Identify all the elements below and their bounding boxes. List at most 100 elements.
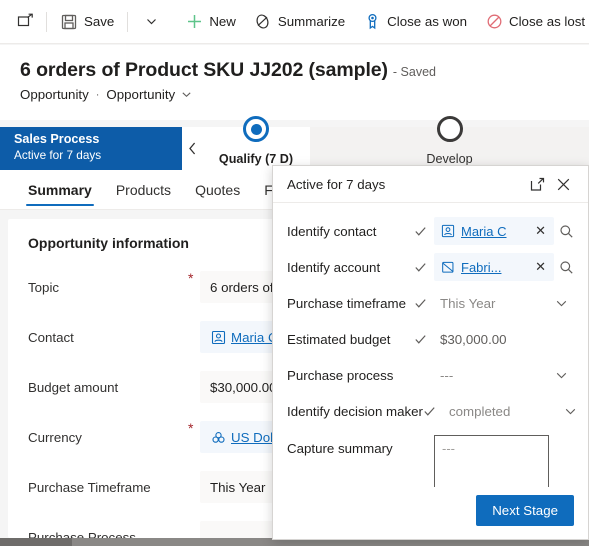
record-header: 6 orders of Product SKU JJ202 (sample) - … <box>0 45 589 120</box>
chevron-down-icon[interactable] <box>555 369 574 382</box>
chevron-down-icon[interactable] <box>181 89 192 100</box>
save-button[interactable]: Save <box>51 3 123 41</box>
capture-summary-textarea[interactable]: --- <box>434 435 549 487</box>
bpf-stage-qualify[interactable]: Qualify (7 D) <box>202 116 310 170</box>
tab-products[interactable]: Products <box>104 170 183 209</box>
flyout-expand-button[interactable] <box>524 171 550 197</box>
lookup-pill-label[interactable]: Maria C <box>461 224 531 239</box>
flyout-close-button[interactable] <box>550 171 576 197</box>
stage-field-value[interactable]: This Year <box>434 288 574 318</box>
stage-field-value[interactable]: completed <box>443 396 583 426</box>
bpf-header[interactable]: Sales Process Active for 7 days <box>0 127 180 170</box>
bpf-stage-develop[interactable]: Develop <box>310 116 589 170</box>
search-icon[interactable] <box>554 224 574 239</box>
stage-field-identify-contact: Identify contact Maria C ✕ <box>287 215 574 247</box>
checkmark-icon <box>414 225 434 238</box>
close-as-lost-button[interactable]: Close as lost <box>476 3 589 41</box>
stage-field-value[interactable]: Maria C ✕ <box>434 216 574 246</box>
dropdown-value-label: --- <box>440 367 454 383</box>
dropdown-value-label: This Year <box>440 295 496 311</box>
save-icon <box>60 13 78 31</box>
account-icon <box>440 259 456 275</box>
tab-label: Quotes <box>195 181 241 198</box>
stage-field-label: Purchase process <box>287 367 394 383</box>
dropdown-value-label: completed <box>449 403 511 419</box>
page-title: 6 orders of Product SKU JJ202 (sample) <box>20 59 388 81</box>
required-spacer <box>188 521 200 524</box>
field-label-purchase-timeframe: Purchase Timeframe <box>28 479 151 495</box>
open-record-set-button[interactable] <box>8 3 42 41</box>
close-as-lost-label: Close as lost <box>509 13 586 29</box>
stage-field-label: Identify contact <box>287 223 377 239</box>
stage-field-value[interactable]: --- <box>434 360 574 390</box>
business-process-flow-bar: Sales Process Active for 7 days Qualify … <box>0 116 589 170</box>
new-button[interactable]: New <box>176 3 245 41</box>
field-label-budget-amount: Budget amount <box>28 379 119 395</box>
stage-field-label: Estimated budget <box>287 331 391 347</box>
toolbar-divider-1 <box>46 11 47 32</box>
stage-active-indicator-icon <box>243 116 269 142</box>
app-root: Save New Summarize Close as won Close as… <box>0 0 589 546</box>
ribbon-icon <box>363 13 381 31</box>
scrollbar-thumb[interactable] <box>0 538 72 546</box>
checkmark-icon <box>414 297 434 310</box>
flyout-footer: Next Stage <box>273 487 588 539</box>
blocked-icon <box>485 13 503 31</box>
stage-field-estimated-budget: Estimated budget $30,000.00 <box>287 323 574 355</box>
summarize-button[interactable]: Summarize <box>245 3 354 41</box>
stage-field-value[interactable]: Fabri... ✕ <box>434 252 574 282</box>
close-as-won-button[interactable]: Close as won <box>354 3 476 41</box>
tab-label: Products <box>115 181 172 198</box>
command-bar: Save New Summarize Close as won Close as… <box>0 0 589 44</box>
required-spacer <box>188 321 200 324</box>
chevron-down-icon[interactable] <box>564 405 583 418</box>
summarize-icon <box>254 13 272 31</box>
new-label: New <box>209 13 236 29</box>
stage-field-identify-account: Identify account Fabri... ✕ <box>287 251 574 283</box>
required-indicator-icon: * <box>188 270 194 286</box>
checkmark-icon <box>414 333 434 346</box>
stage-field-capture-summary: Capture summary --- <box>287 435 574 487</box>
chevron-down-icon[interactable] <box>555 297 574 310</box>
stage-field-value[interactable]: --- <box>434 435 574 487</box>
summarize-label: Summarize <box>277 13 346 29</box>
plus-icon <box>185 13 203 31</box>
remove-lookup-icon[interactable]: ✕ <box>531 223 550 239</box>
field-label-topic: Topic <box>28 279 60 295</box>
required-indicator-icon: * <box>188 420 194 436</box>
stage-flyout-panel: Active for 7 days Identify contact Maria… <box>272 165 589 540</box>
stage-field-label: Identify account <box>287 259 381 275</box>
field-label-contact: Contact <box>28 329 74 345</box>
chevron-down-icon <box>142 13 160 31</box>
bpf-status: Active for 7 days <box>14 148 102 162</box>
stage-field-label: Purchase timeframe <box>287 295 406 311</box>
bpf-previous-stage-button[interactable] <box>180 127 202 170</box>
tab-summary[interactable]: Summary <box>16 170 104 209</box>
breadcrumb-entity: Opportunity <box>20 87 89 102</box>
close-as-won-label: Close as won <box>387 13 467 29</box>
bpf-name: Sales Process <box>14 132 100 146</box>
tab-label: Summary <box>28 181 92 198</box>
stage-field-value[interactable]: $30,000.00 <box>434 324 574 354</box>
checkmark-icon <box>423 405 443 418</box>
flyout-title: Active for 7 days <box>287 176 386 192</box>
breadcrumb: Opportunity · Opportunity <box>20 87 589 102</box>
lookup-pill[interactable]: Fabri... ✕ <box>434 253 554 281</box>
contact-icon <box>440 223 456 239</box>
save-options-chevron[interactable] <box>132 3 176 41</box>
expand-icon <box>530 177 545 192</box>
lookup-pill-label[interactable]: Fabri... <box>461 260 531 275</box>
chevron-left-icon <box>186 141 199 156</box>
remove-lookup-icon[interactable]: ✕ <box>531 259 550 275</box>
save-label: Save <box>84 13 115 29</box>
tab-quotes[interactable]: Quotes <box>183 170 252 209</box>
form-selector-label[interactable]: Opportunity <box>106 87 175 102</box>
flyout-fields: Identify contact Maria C ✕ Identify acco… <box>273 203 588 487</box>
contact-icon <box>210 329 226 345</box>
lookup-pill[interactable]: Maria C ✕ <box>434 217 554 245</box>
toolbar-divider-2 <box>127 11 129 32</box>
stage-field-purchase-process: Purchase process --- <box>287 359 574 391</box>
stage-field-purchase-timeframe: Purchase timeframe This Year <box>287 287 574 319</box>
next-stage-button[interactable]: Next Stage <box>476 495 574 526</box>
search-icon[interactable] <box>554 260 574 275</box>
